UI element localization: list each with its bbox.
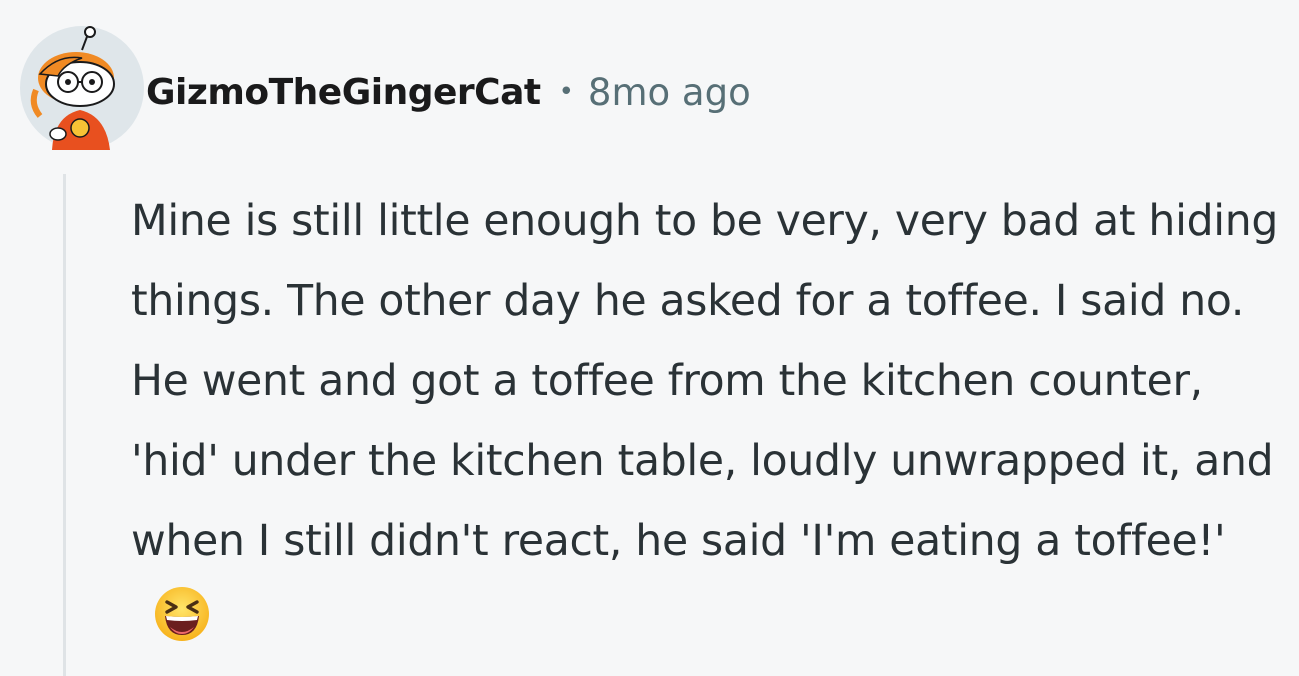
username-link[interactable]: GizmoTheGingerCat xyxy=(146,72,541,113)
snoo-avatar-icon xyxy=(20,26,144,150)
comment-text: Mine is still little enough to be very, … xyxy=(131,197,1279,566)
thread-line[interactable] xyxy=(63,174,66,676)
comment-timestamp[interactable]: 8mo ago xyxy=(588,71,751,114)
comment-header: GizmoTheGingerCat • 8mo ago xyxy=(146,66,751,118)
user-avatar[interactable] xyxy=(18,24,146,152)
meta-separator: • xyxy=(558,77,574,107)
grinning-squinting-face-icon xyxy=(153,585,211,643)
comment-body: Mine is still little enough to be very, … xyxy=(131,182,1296,662)
